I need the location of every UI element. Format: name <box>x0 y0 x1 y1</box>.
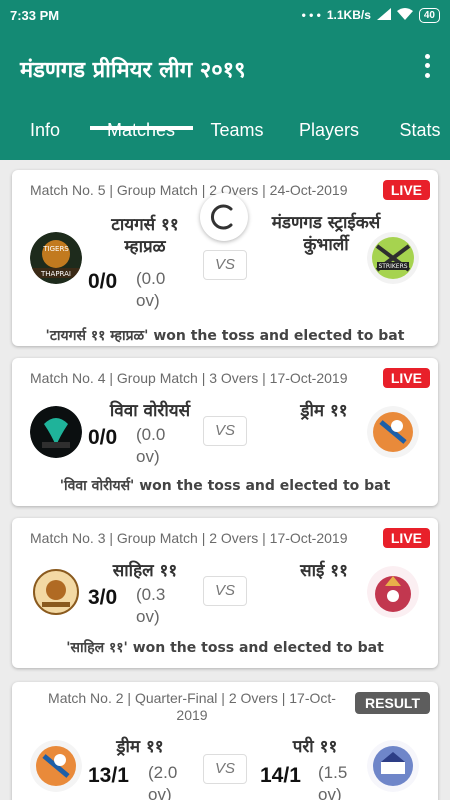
team1-name: विवा वोरीयर्स <box>109 401 191 421</box>
notification-dots: • • • <box>301 8 321 22</box>
status-bar: 7:33 PM • • • 1.1KB/s 40 <box>0 0 450 30</box>
tab-players[interactable]: Players <box>299 120 359 141</box>
team2-name: मंडणगड स्ट्राईकर्स कुंभार्ली <box>271 213 381 255</box>
toss-info: 'विवा वोरीयर्स' won the toss and elected… <box>59 478 391 494</box>
match-meta: Match No. 5 | Group Match | 2 Overs | 24… <box>30 182 348 198</box>
match-card[interactable]: Match No. 4 | Group Match | 3 Overs | 17… <box>12 358 438 506</box>
team1-name: ड्रीम ११ <box>116 737 164 757</box>
team1-score: 0/0 <box>88 426 118 449</box>
tab-indicator <box>90 126 193 130</box>
logo-text: THAPRAI <box>40 270 71 278</box>
team2-name: परी ११ <box>292 737 338 757</box>
refresh-icon <box>211 204 233 230</box>
team1-overs: (2.0 ov) <box>148 763 178 800</box>
status-time: 7:33 PM <box>10 7 60 23</box>
tab-info[interactable]: Info <box>30 120 60 141</box>
team2-logo <box>367 740 419 792</box>
team1-overs: (0.0 ov) <box>136 269 166 310</box>
team1-logo <box>30 740 82 792</box>
team1-score: 13/1 <box>88 764 129 787</box>
match-meta: Match No. 2 | Quarter-Final | 2 Overs | … <box>48 690 336 723</box>
team1-overs: (0.0 ov) <box>136 425 166 466</box>
vs-label: VS <box>203 576 247 606</box>
matches-list: Match No. 5 | Group Match | 2 Overs | 24… <box>0 160 450 800</box>
team2-logo <box>367 406 419 458</box>
team1-name: साहिल ११ <box>112 561 178 581</box>
status-badge: LIVE <box>382 180 430 200</box>
logo-text: STRIKERS <box>378 263 407 270</box>
vs-label: VS <box>203 754 247 784</box>
team1-overs: (0.3 ov) <box>136 585 166 626</box>
team2-score: 14/1 <box>260 764 301 787</box>
team1-logo <box>30 566 82 618</box>
team2-logo <box>367 566 419 618</box>
status-badge: LIVE <box>382 368 430 388</box>
team2-name: ड्रीम ११ <box>300 401 348 421</box>
battery-icon: 40 <box>418 7 440 23</box>
team1-score: 3/0 <box>88 586 118 609</box>
team2-name: साई ११ <box>300 561 348 581</box>
toss-info: 'साहिल ११' won the toss and elected to b… <box>66 640 384 656</box>
tab-matches[interactable]: Matches <box>107 120 175 141</box>
refresh-spinner <box>200 193 248 241</box>
match-card[interactable]: Match No. 2 | Quarter-Final | 2 Overs | … <box>12 682 438 800</box>
network-speed: 1.1KB/s <box>326 8 371 22</box>
match-meta: Match No. 3 | Group Match | 2 Overs | 17… <box>30 530 348 546</box>
page-title: मंडणगड प्रीमियर लीग २०१९ <box>20 58 246 83</box>
wifi-icon <box>396 7 413 23</box>
logo-text: TIGERS <box>42 245 69 253</box>
vs-label: VS <box>203 250 247 280</box>
team2-logo: STRIKERS <box>367 232 419 284</box>
toss-info: 'टायगर्स ११ म्हाप्रळ' won the toss and e… <box>45 328 405 344</box>
match-card[interactable]: Match No. 3 | Group Match | 2 Overs | 17… <box>12 518 438 668</box>
tab-bar: Info Matches Teams Players Stats <box>0 110 450 160</box>
overflow-menu-icon[interactable] <box>420 52 434 80</box>
match-meta: Match No. 4 | Group Match | 3 Overs | 17… <box>30 370 348 386</box>
team1-name: टायगर्स ११ म्हाप्रळ <box>111 215 179 257</box>
team2-overs: (1.5 ov) <box>318 763 348 800</box>
signal-icon <box>376 7 391 23</box>
team1-logo <box>30 406 82 458</box>
status-badge: LIVE <box>382 528 430 548</box>
vs-label: VS <box>203 416 247 446</box>
status-badge: RESULT <box>355 692 430 714</box>
app-bar: मंडणगड प्रीमियर लीग २०१९ Info Matches Te… <box>0 30 450 160</box>
team1-score: 0/0 <box>88 270 118 293</box>
status-icons: • • • 1.1KB/s 40 <box>301 7 440 23</box>
team1-logo: TIGERS THAPRAI <box>30 232 82 284</box>
tab-teams[interactable]: Teams <box>210 120 263 141</box>
tab-stats[interactable]: Stats <box>399 120 440 141</box>
